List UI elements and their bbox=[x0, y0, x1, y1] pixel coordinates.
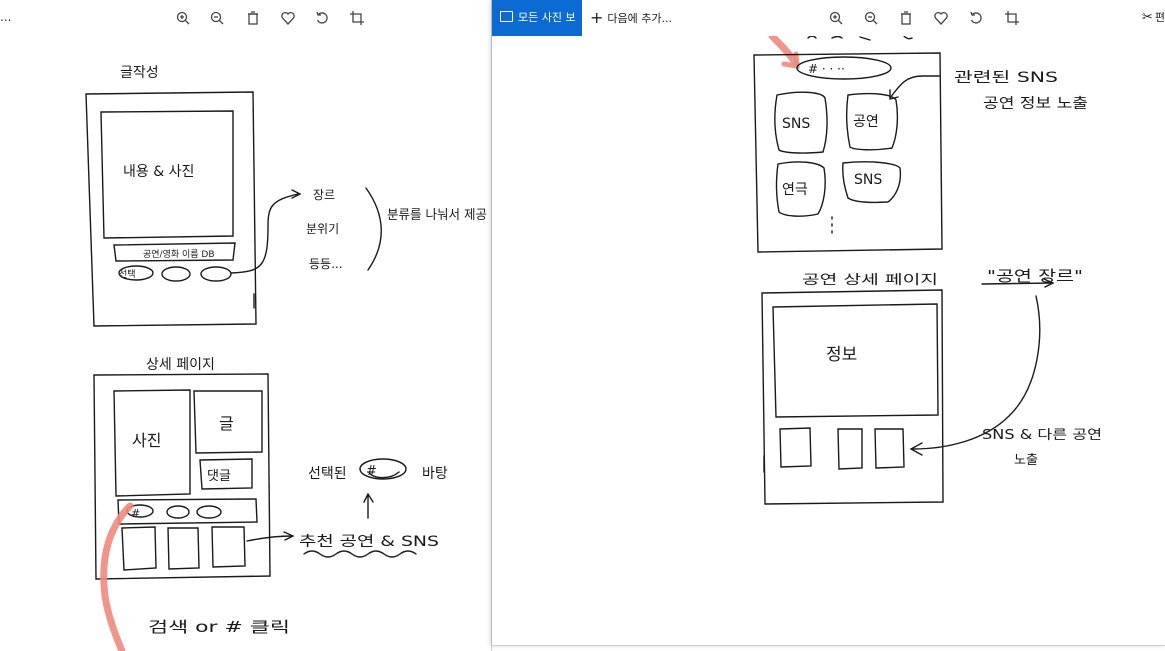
recommend-note: 추천 공연 & SNS bbox=[299, 534, 439, 550]
edit-icon: ✂ bbox=[1141, 10, 1153, 25]
photo-viewer-left-window: ... 글작성 내용 & 사진 공연/영화 이름 DB 선택 장르 분위기 등등… bbox=[0, 0, 492, 651]
categorize-note: 분류를 나눠서 제공 bbox=[387, 208, 487, 223]
crop-icon[interactable] bbox=[1002, 8, 1022, 28]
selected-hash-note-b: 바탕 bbox=[422, 466, 448, 482]
related-note-a: 관련된 SNS bbox=[954, 70, 1058, 86]
comment-label: 댓글 bbox=[207, 469, 231, 484]
add-to-label: 다음에 추가... bbox=[607, 12, 672, 25]
overflow-text: ... bbox=[0, 10, 12, 24]
edit-label: 편 bbox=[1154, 11, 1165, 24]
select-pill-label: 선택 bbox=[119, 269, 136, 280]
zoom-out-icon[interactable] bbox=[861, 8, 881, 28]
category-mood: 분위기 bbox=[306, 222, 339, 236]
category-genre: 장르 bbox=[313, 188, 335, 202]
photo-label: 사진 bbox=[132, 431, 161, 450]
left-sketch-canvas: 글작성 내용 & 사진 공연/영화 이름 DB 선택 장르 분위기 등등... … bbox=[85, 65, 487, 651]
add-to-button[interactable]: + 다음에 추가... bbox=[590, 0, 672, 36]
zoom-in-icon[interactable] bbox=[826, 8, 846, 28]
text-label: 글 bbox=[219, 414, 234, 433]
write-page-title: 글작성 bbox=[120, 65, 159, 81]
plus-icon: + bbox=[590, 8, 604, 27]
photo-viewer-right-window: 모든 사진 보기 + 다음에 추가... ✂ 편 # · · ·· 관련된 SN… bbox=[492, 0, 1165, 646]
photos-icon bbox=[500, 11, 513, 22]
hash-bar-label: # · · ·· bbox=[808, 62, 845, 76]
genre-note: "공연 장르" bbox=[987, 267, 1083, 285]
crop-icon[interactable] bbox=[347, 8, 367, 28]
content-photo-label: 내용 & 사진 bbox=[123, 164, 194, 180]
favorite-icon[interactable] bbox=[931, 8, 951, 28]
search-note: 검색 or # 클릭 bbox=[148, 618, 290, 636]
tile-sns-2: SNS bbox=[854, 172, 882, 188]
expose-note-a: SNS & 다른 공연 bbox=[982, 428, 1102, 443]
edit-button[interactable]: ✂ 편 bbox=[1142, 0, 1165, 36]
right-sketch-canvas: # · · ·· 관련된 SNS 공연 정보 노출 SNS 공연 연극 SNS … bbox=[753, 36, 1102, 505]
tile-performance: 공연 bbox=[853, 114, 879, 130]
info-label: 정보 bbox=[826, 345, 857, 365]
category-etc: 등등... bbox=[309, 257, 343, 271]
right-toolbar: 모든 사진 보기 + 다음에 추가... ✂ 편 bbox=[492, 0, 1165, 60]
rotate-icon[interactable] bbox=[966, 8, 986, 28]
related-note-b: 공연 정보 노출 bbox=[983, 96, 1088, 112]
hash-symbol: # bbox=[131, 507, 140, 520]
tile-play: 연극 bbox=[782, 182, 808, 198]
zoom-in-icon[interactable] bbox=[173, 8, 193, 28]
db-bar-label: 공연/영화 이름 DB bbox=[143, 249, 215, 260]
detail-page-title-right: 공연 상세 페이지 bbox=[802, 273, 938, 288]
expose-note-b: 노출 bbox=[1014, 453, 1038, 468]
see-all-photos-button[interactable]: 모든 사진 보기 bbox=[492, 0, 582, 60]
rotate-icon[interactable] bbox=[312, 8, 332, 28]
left-toolbar: ... bbox=[0, 0, 491, 36]
zoom-out-icon[interactable] bbox=[207, 8, 227, 28]
selected-hash-symbol: # bbox=[366, 464, 377, 479]
delete-icon[interactable] bbox=[896, 8, 916, 28]
detail-page-title: 상세 페이지 bbox=[146, 357, 215, 373]
favorite-icon[interactable] bbox=[278, 8, 298, 28]
delete-icon[interactable] bbox=[243, 8, 263, 28]
selected-hash-note-a: 선택된 bbox=[308, 466, 347, 482]
tile-sns-1: SNS bbox=[782, 116, 810, 132]
